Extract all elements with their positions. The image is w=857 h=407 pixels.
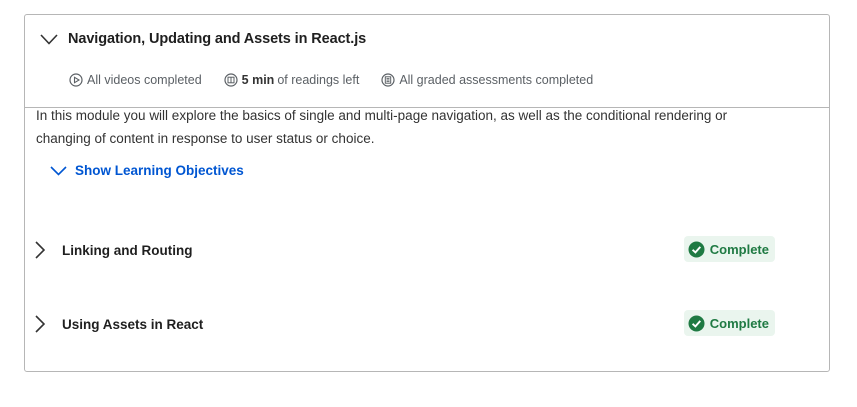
reading-icon: [224, 73, 238, 87]
chevron-right-icon[interactable]: [30, 315, 50, 333]
module-title: Navigation, Updating and Assets in React…: [68, 31, 367, 47]
chevron-down-icon: [50, 165, 67, 176]
assessment-icon: [381, 73, 395, 87]
lesson-item-using-assets[interactable]: Using Assets in React Complete: [30, 309, 775, 339]
lesson-title[interactable]: Linking and Routing: [62, 243, 192, 258]
status-label: Complete: [709, 241, 769, 257]
module-stats: All videos completed 5 min of readings l…: [69, 73, 615, 87]
stat-videos-text: All videos completed: [87, 73, 202, 87]
play-circle-icon: [69, 73, 83, 87]
stat-videos: All videos completed: [69, 73, 202, 87]
collapse-button[interactable]: [39, 33, 59, 49]
stat-readings-text: of readings left: [277, 73, 360, 87]
stat-assessments: All graded assessments completed: [381, 73, 593, 87]
stat-readings: 5 min of readings left: [224, 73, 360, 87]
objectives-label: Show Learning Objectives: [75, 163, 244, 178]
check-circle-icon: [688, 315, 705, 332]
check-circle-icon: [688, 241, 705, 258]
status-badge: Complete: [683, 236, 775, 262]
stat-assessments-text: All graded assessments completed: [399, 73, 594, 87]
chevron-down-icon: [40, 32, 58, 50]
show-learning-objectives-button[interactable]: Show Learning Objectives: [50, 163, 244, 178]
status-label: Complete: [709, 315, 769, 331]
stat-readings-amount: 5 min: [241, 73, 275, 87]
lesson-title[interactable]: Using Assets in React: [62, 317, 203, 332]
status-badge: Complete: [683, 310, 775, 336]
module-header: Navigation, Updating and Assets in React…: [25, 15, 829, 108]
chevron-right-icon[interactable]: [30, 241, 50, 259]
module-description: In this module you will explore the basi…: [36, 108, 728, 146]
lesson-item-linking-routing[interactable]: Linking and Routing Complete: [30, 235, 775, 265]
